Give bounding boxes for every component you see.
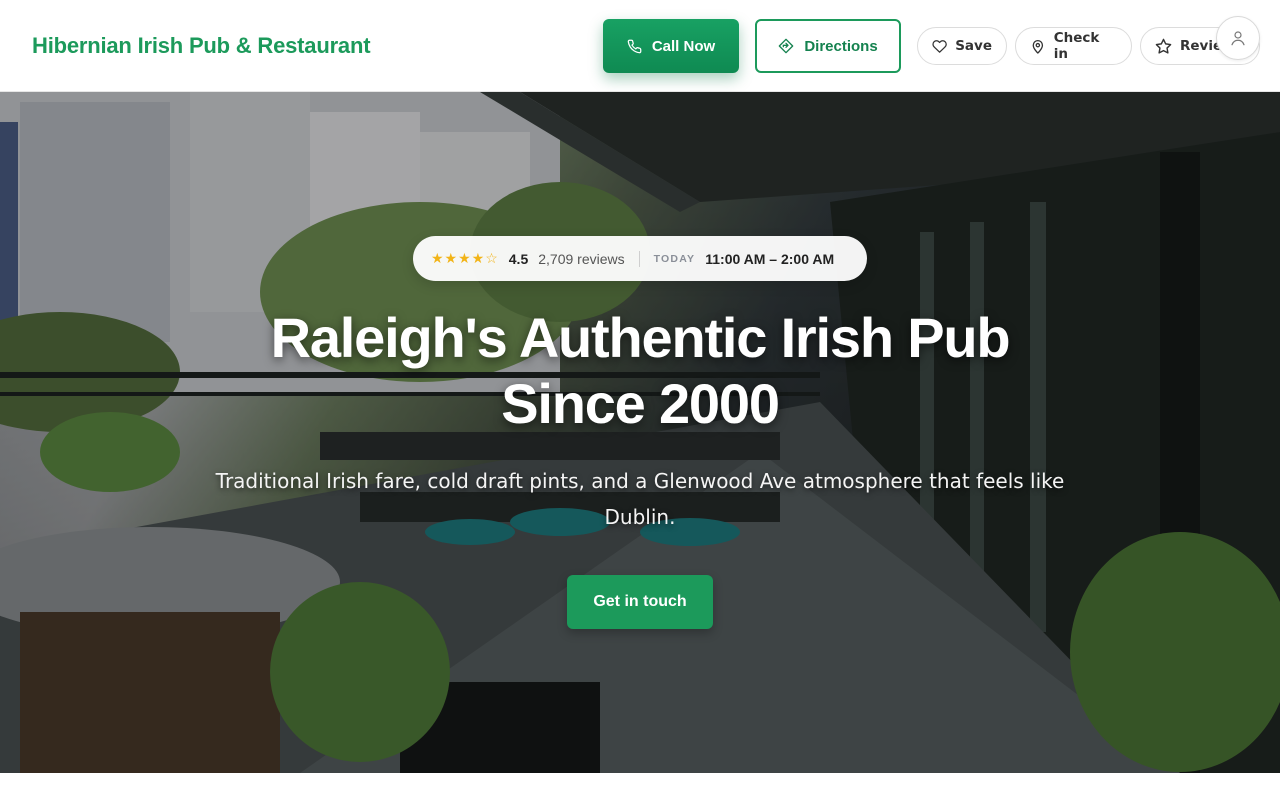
hero-title: Raleigh's Authentic Irish Pub Since 2000 <box>270 306 1011 435</box>
page-below-hero <box>0 773 1280 800</box>
rating-value: 4.5 <box>508 250 529 267</box>
heart-icon <box>932 39 947 53</box>
hero-subtitle: Traditional Irish fare, cold draft pints… <box>215 469 1065 529</box>
opening-hours: 11:00 AM – 2:00 AM <box>705 250 835 267</box>
account-button[interactable] <box>1216 16 1260 60</box>
check-in-label: Check in <box>1053 30 1100 62</box>
save-label: Save <box>955 38 992 54</box>
save-button[interactable]: Save <box>917 27 1007 65</box>
rating-hours-pill: ★★★★☆ 4.5 2,709 reviews TODAY 11:00 AM –… <box>413 236 867 281</box>
user-icon <box>1231 31 1245 46</box>
directions-button[interactable]: Directions <box>755 19 901 73</box>
site-header: Hibernian Irish Pub & Restaurant Call No… <box>0 0 1280 92</box>
call-now-label: Call Now <box>651 37 716 55</box>
get-in-touch-button[interactable]: Get in touch <box>567 575 713 629</box>
review-count[interactable]: 2,709 reviews <box>538 251 624 267</box>
star-icon <box>1155 38 1172 54</box>
divider <box>638 250 640 267</box>
phone-icon <box>627 39 642 53</box>
hero-section: ★★★★☆ 4.5 2,709 reviews TODAY 11:00 AM –… <box>0 92 1280 773</box>
directions-icon <box>778 38 794 54</box>
brand-name[interactable]: Hibernian Irish Pub & Restaurant <box>32 33 371 59</box>
today-label: TODAY <box>653 252 696 265</box>
check-in-button[interactable]: Check in <box>1015 27 1132 65</box>
directions-label: Directions <box>804 37 878 55</box>
rating-stars: ★★★★☆ <box>431 250 499 266</box>
map-pin-icon <box>1032 39 1044 54</box>
call-now-button[interactable]: Call Now <box>603 19 739 73</box>
